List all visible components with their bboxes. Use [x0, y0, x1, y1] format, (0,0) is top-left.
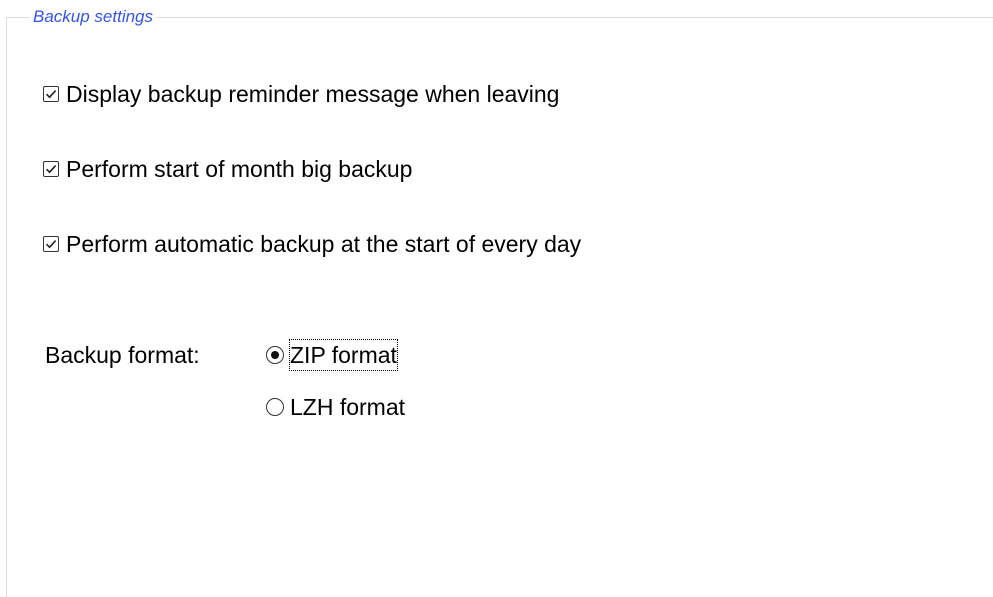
radio-selected-icon[interactable] [266, 346, 284, 364]
checkbox-month-backup[interactable]: Perform start of month big backup [43, 154, 412, 184]
radio-dot [271, 351, 279, 359]
checkbox-label: Perform automatic backup at the start of… [66, 231, 582, 257]
checkbox-daily-backup[interactable]: Perform automatic backup at the start of… [43, 229, 581, 259]
group-title: Backup settings [30, 7, 157, 27]
radio-unselected-icon[interactable] [266, 398, 284, 416]
radio-label-lzh: LZH format [290, 394, 406, 420]
checkbox-label: Display backup reminder message when lea… [66, 81, 560, 107]
radio-label-zip: ZIP format [289, 339, 398, 371]
checkbox-checked-icon[interactable] [43, 86, 59, 102]
backup-settings-panel: Backup settings Display backup reminder … [0, 0, 993, 597]
checkbox-label: Perform start of month big backup [66, 156, 413, 182]
radio-lzh-format[interactable]: LZH format [266, 392, 405, 422]
checkbox-checked-icon[interactable] [43, 161, 59, 177]
group-border-left [6, 17, 7, 597]
checkbox-checked-icon[interactable] [43, 236, 59, 252]
backup-format-label: Backup format: [45, 342, 200, 368]
checkbox-backup-reminder[interactable]: Display backup reminder message when lea… [43, 79, 559, 109]
radio-zip-format[interactable]: ZIP format [266, 339, 398, 371]
